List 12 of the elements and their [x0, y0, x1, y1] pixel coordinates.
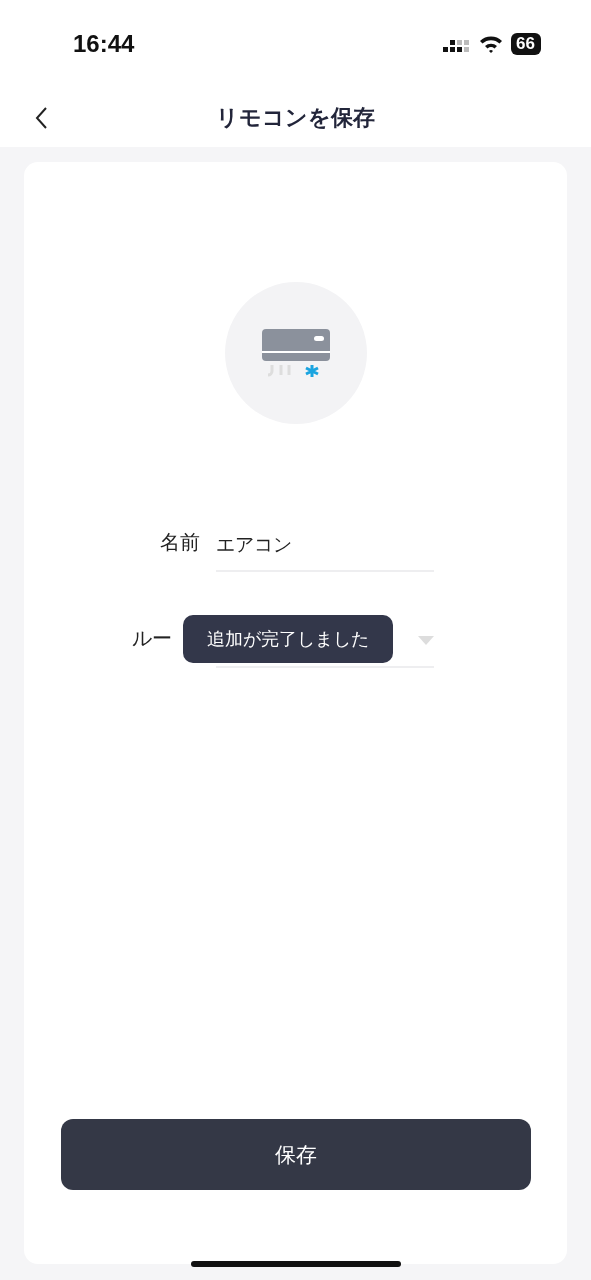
name-field[interactable]: エアコン — [216, 520, 434, 572]
save-button[interactable]: 保存 — [60, 1119, 531, 1190]
battery-level: 66 — [511, 33, 541, 55]
caret-icon — [418, 636, 434, 646]
added-toast: 追加が完了しました — [183, 615, 393, 663]
air-conditioner-icon — [259, 327, 332, 379]
field-label: ルー — [132, 625, 172, 652]
back-icon[interactable] — [34, 106, 48, 130]
status-time: 16:44 — [73, 30, 135, 58]
wifi-icon — [479, 35, 504, 53]
page-title: リモコンを保存 — [216, 103, 375, 132]
field-label: 名前 — [160, 529, 201, 556]
